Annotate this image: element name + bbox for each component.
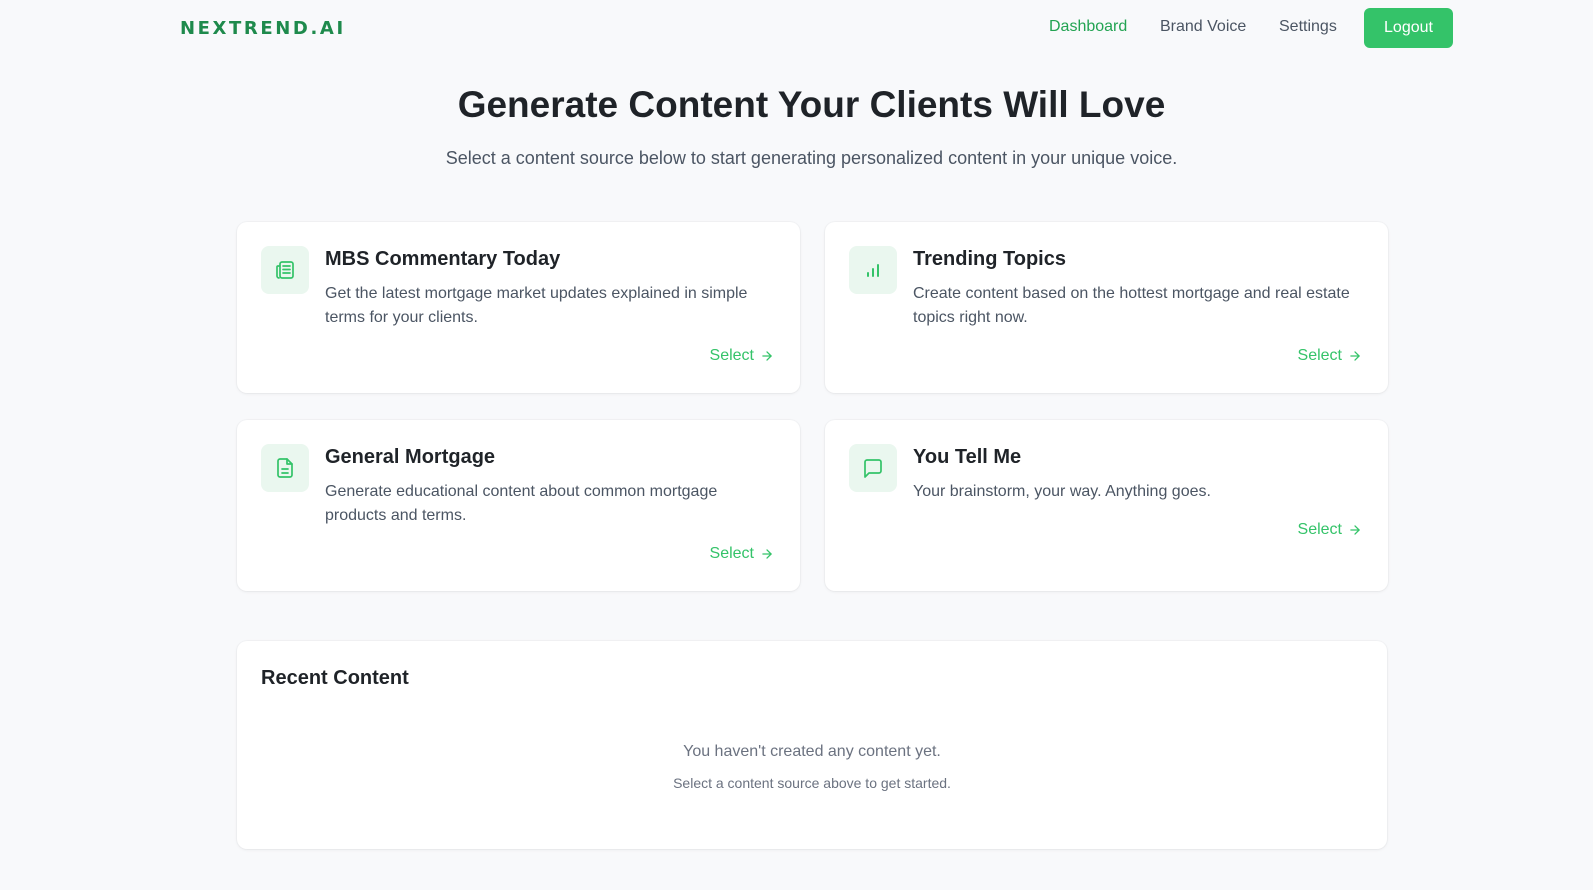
recent-content-title: Recent Content bbox=[261, 667, 409, 689]
select-link[interactable]: Select bbox=[1298, 347, 1362, 365]
page-title: Generate Content Your Clients Will Love bbox=[457, 84, 1166, 125]
card-title: You Tell Me bbox=[913, 446, 1022, 468]
nav-link-dashboard[interactable]: Dashboard bbox=[1049, 18, 1127, 36]
nav-link-brand-voice[interactable]: Brand Voice bbox=[1160, 18, 1246, 36]
arrow-right-icon bbox=[762, 549, 772, 559]
select-link[interactable]: Select bbox=[710, 347, 774, 365]
document-icon bbox=[261, 444, 309, 492]
card-title: MBS Commentary Today bbox=[325, 248, 561, 270]
source-card-mbs-commentary[interactable]: MBS Commentary Today Get the latest mort… bbox=[237, 222, 800, 393]
select-label: Select bbox=[1297, 347, 1342, 364]
source-card-trending-topics[interactable]: Trending Topics Create content based on … bbox=[825, 222, 1388, 393]
nav-link-settings[interactable]: Settings bbox=[1279, 18, 1337, 36]
card-title: General Mortgage bbox=[325, 446, 496, 468]
page-subtitle: Select a content source below to start g… bbox=[445, 148, 1178, 168]
recent-content-panel: Recent Content You haven't created any c… bbox=[237, 641, 1387, 849]
card-description: Your brainstorm, your way. Anything goes… bbox=[913, 483, 1211, 500]
empty-state-hint: Select a content source above to get sta… bbox=[673, 775, 951, 791]
source-card-you-tell-me[interactable]: You Tell Me Your brainstorm, your way. A… bbox=[825, 420, 1388, 591]
select-label: Select bbox=[1297, 521, 1342, 538]
chat-bubble-icon bbox=[849, 444, 897, 492]
source-card-general-mortgage[interactable]: General Mortgage Generate educational co… bbox=[237, 420, 800, 591]
arrow-right-icon bbox=[1350, 525, 1360, 535]
card-title: Trending Topics bbox=[913, 248, 1066, 270]
logout-button[interactable]: Logout bbox=[1364, 8, 1453, 48]
select-label: Select bbox=[709, 347, 754, 364]
card-description: Get the latest mortgage market updates e… bbox=[325, 285, 748, 326]
card-description: Create content based on the hottest mort… bbox=[913, 285, 1350, 326]
arrow-right-icon bbox=[762, 351, 772, 361]
empty-state-message: You haven't created any content yet. bbox=[683, 743, 941, 760]
select-link[interactable]: Select bbox=[710, 545, 774, 563]
select-link[interactable]: Select bbox=[1298, 521, 1362, 539]
card-description: Generate educational content about commo… bbox=[325, 483, 718, 524]
logo[interactable]: NEXTREND.AI bbox=[180, 18, 346, 39]
arrow-right-icon bbox=[1350, 351, 1360, 361]
top-navbar: NEXTREND.AI Dashboard Brand Voice Settin… bbox=[0, 0, 1593, 56]
select-label: Select bbox=[709, 545, 754, 562]
bar-chart-icon bbox=[849, 246, 897, 294]
newspaper-icon bbox=[261, 246, 309, 294]
